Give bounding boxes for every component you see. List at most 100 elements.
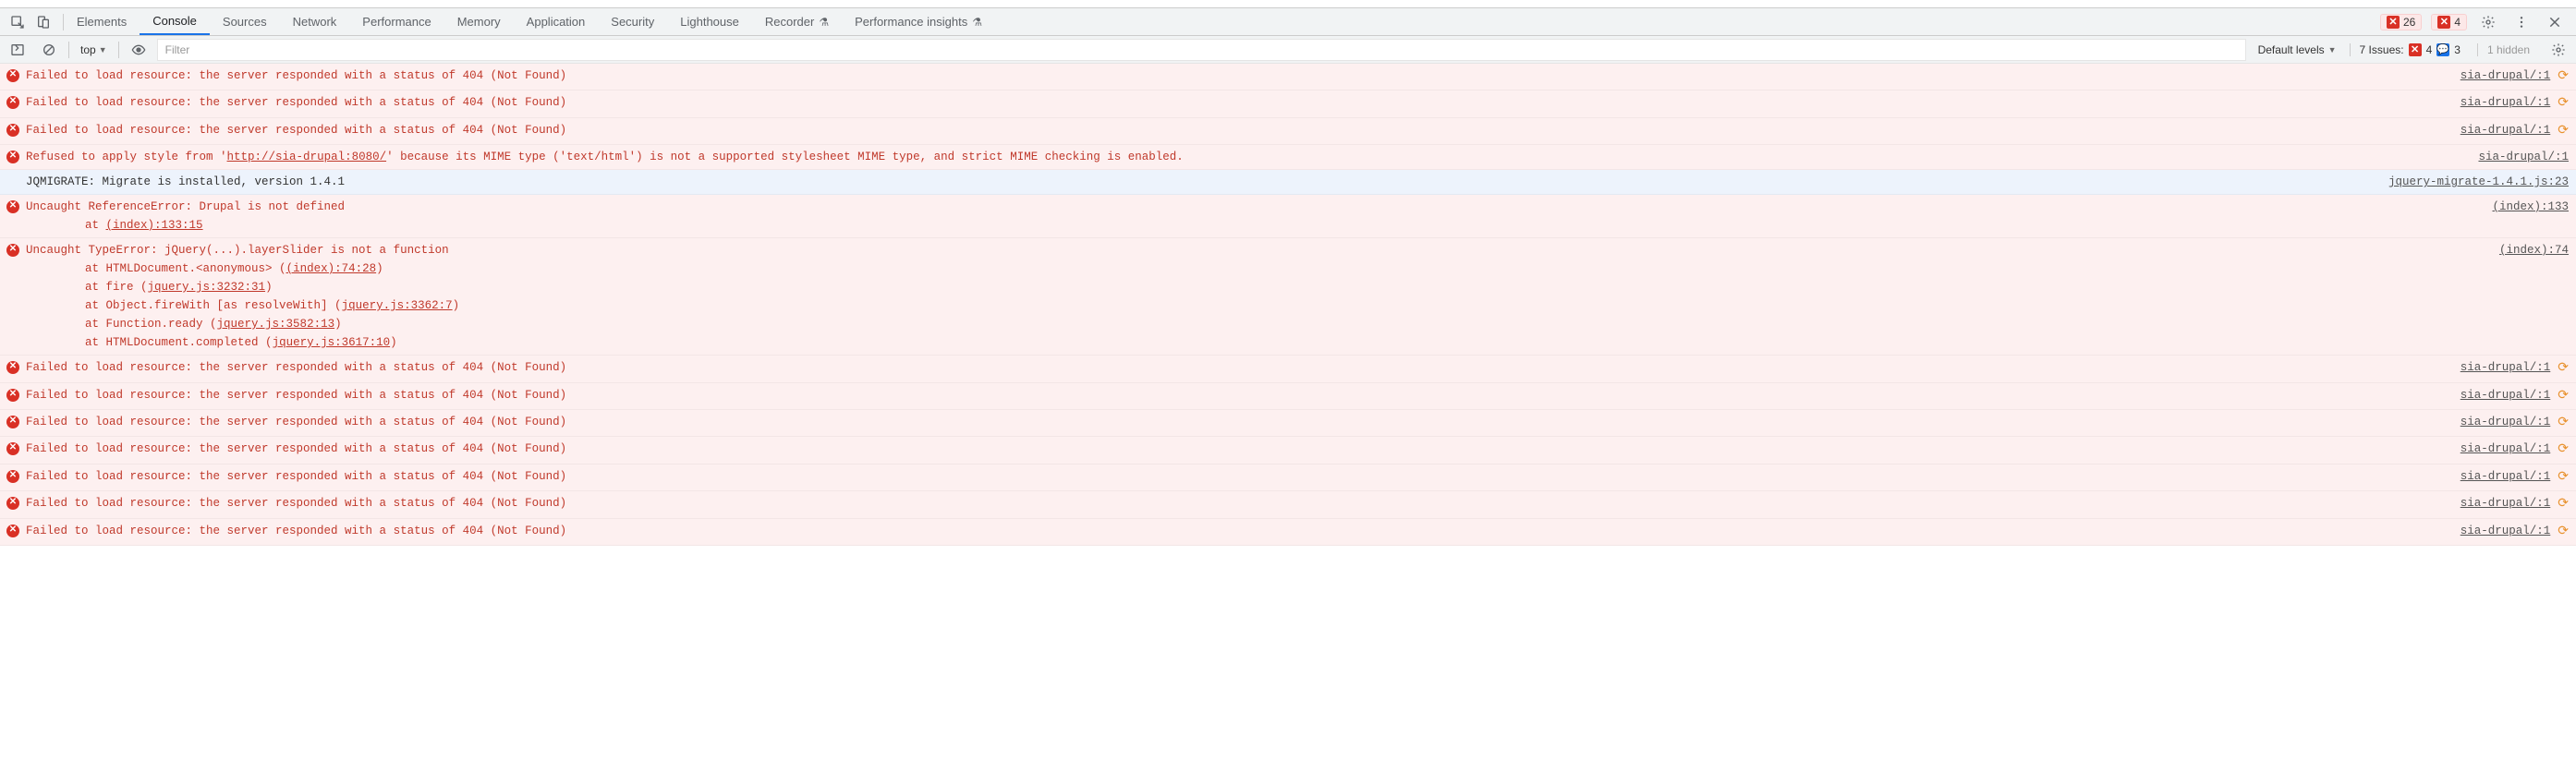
error-circle-icon: ✕ (6, 442, 19, 455)
stack-link[interactable]: (index):133:15 (106, 219, 203, 232)
console-row[interactable]: ✕ Failed to load resource: the server res… (0, 90, 2576, 117)
tab-application[interactable]: Application (514, 8, 599, 35)
toggle-sidebar-icon[interactable] (6, 38, 30, 62)
console-message: Failed to load resource: the server resp… (26, 66, 2442, 85)
console-row[interactable]: ✕Failed to load resource: the server res… (0, 491, 2576, 518)
console-row[interactable]: ✕Uncaught ReferenceError: Drupal is not … (0, 195, 2576, 238)
console-row[interactable]: ✕Failed to load resource: the server res… (0, 118, 2576, 145)
source-link[interactable]: jquery-migrate-1.4.1.js:23 (2388, 173, 2569, 191)
devtools-tab-bar: ElementsConsoleSourcesNetworkPerformance… (0, 8, 2576, 36)
error-circle-icon: ✕ (6, 361, 19, 374)
error-circle-icon: ✕ (6, 69, 19, 82)
source-location: sia-drupal/:1⟳ (2461, 413, 2569, 433)
console-settings-gear-icon[interactable] (2546, 38, 2570, 62)
source-link[interactable]: sia-drupal/:1 (2461, 494, 2551, 513)
console-message: Failed to load resource: the server resp… (26, 413, 2442, 431)
error-count-text: 26 (2403, 16, 2415, 29)
tab-network[interactable]: Network (280, 8, 350, 35)
source-location: sia-drupal/:1 ⟳ (2461, 494, 2569, 514)
source-link[interactable]: sia-drupal/:1 (2461, 522, 2551, 540)
settings-gear-icon[interactable] (2476, 10, 2500, 34)
console-row[interactable]: ✕Failed to load resource: the server res… (0, 410, 2576, 437)
source-location: sia-drupal/:1⟳ (2461, 440, 2569, 460)
url-link[interactable]: http://sia-drupal:8080/ (227, 151, 387, 163)
hidden-messages-label[interactable]: 1 hidden (2477, 43, 2539, 56)
tab-recorder[interactable]: Recorder⚗ (752, 8, 842, 35)
reload-circle-icon: ⟳ (2558, 494, 2569, 514)
console-row[interactable]: ✕Refused to apply style from 'http://sia… (0, 145, 2576, 170)
source-link[interactable]: (index):133 (2492, 198, 2569, 216)
error-circle-icon: ✕ (6, 151, 19, 163)
stack-link[interactable]: jquery.js:3362:7 (342, 299, 453, 312)
source-link[interactable]: (index):74 (2499, 241, 2569, 259)
source-link[interactable]: sia-drupal/:1 (2478, 148, 2569, 166)
console-row[interactable]: ✕Failed to load resource: the server res… (0, 464, 2576, 491)
clear-console-icon[interactable] (37, 38, 61, 62)
console-message: Failed to load resource: the server resp… (26, 93, 2442, 112)
stack-link[interactable]: (index):74:28 (286, 262, 377, 275)
source-link[interactable]: sia-drupal/:1 (2461, 358, 2551, 377)
tab-lighthouse[interactable]: Lighthouse (667, 8, 752, 35)
console-row[interactable]: ✕Uncaught TypeError: jQuery(...).layerSl… (0, 238, 2576, 356)
console-row[interactable]: ✕Failed to load resource: the server res… (0, 383, 2576, 410)
error-circle-icon: ✕ (6, 470, 19, 483)
tab-console[interactable]: Console (140, 8, 210, 35)
source-link[interactable]: sia-drupal/:1 (2461, 386, 2551, 404)
row-icon-slot: ✕ (6, 151, 20, 163)
source-link[interactable]: sia-drupal/:1 (2461, 413, 2551, 431)
flask-icon: ⚗ (819, 16, 829, 29)
source-link[interactable]: sia-drupal/:1 (2461, 467, 2551, 486)
tab-performance-insights[interactable]: Performance insights⚗ (842, 8, 995, 35)
flask-icon: ⚗ (972, 16, 982, 29)
device-toolbar-icon[interactable] (31, 10, 55, 34)
row-icon-slot: ✕ (6, 470, 20, 483)
issues-counter[interactable]: 7 Issues: ✕ 4 💬 3 (2350, 43, 2470, 56)
devtools-panel: ElementsConsoleSourcesNetworkPerformance… (0, 7, 2576, 784)
console-row[interactable]: ✕Failed to load resource: the server res… (0, 519, 2576, 546)
log-levels-selector[interactable]: Default levels ▼ (2253, 43, 2342, 56)
row-icon-slot: ✕ (6, 96, 20, 109)
source-location: sia-drupal/:1⟳ (2461, 121, 2569, 141)
stack-link[interactable]: jquery.js:3617:10 (273, 336, 391, 349)
console-message: Uncaught ReferenceError: Drupal is not d… (26, 198, 2473, 235)
source-link[interactable]: sia-drupal/:1 (2461, 93, 2551, 112)
source-link[interactable]: sia-drupal/:1 (2461, 440, 2551, 458)
issues-label: 7 Issues: (2360, 43, 2404, 56)
tab-security[interactable]: Security (598, 8, 667, 35)
error-circle-icon: ✕ (6, 124, 19, 137)
error-counter-badge[interactable]: ✕ 26 (2380, 14, 2422, 30)
live-expression-eye-icon[interactable] (127, 38, 151, 62)
console-row[interactable]: JQMIGRATE: Migrate is installed, version… (0, 170, 2576, 195)
console-message: Failed to load resource: the server resp… (26, 440, 2442, 458)
tab-performance[interactable]: Performance (349, 8, 444, 35)
tab-elements[interactable]: Elements (64, 8, 140, 35)
tab-memory[interactable]: Memory (444, 8, 514, 35)
row-icon-slot: ✕ (6, 69, 20, 82)
inspect-element-icon[interactable] (6, 10, 30, 34)
stack-link[interactable]: jquery.js:3582:13 (217, 318, 335, 331)
console-row[interactable]: ✕Failed to load resource: the server res… (0, 356, 2576, 382)
stack-frame: at HTMLDocument.completed (jquery.js:361… (26, 333, 2481, 352)
context-selector[interactable]: top ▼ (77, 42, 111, 58)
more-vertical-icon[interactable] (2509, 10, 2533, 34)
console-row[interactable]: ✕ Failed to load resource: the server res… (0, 437, 2576, 464)
source-location: sia-drupal/:1 (2478, 148, 2569, 166)
stack-frame: at (index):133:15 (26, 216, 2473, 235)
stack-frame: at fire (jquery.js:3232:31) (26, 278, 2481, 296)
close-icon[interactable] (2543, 10, 2567, 34)
console-filter-bar: top ▼ Default levels ▼ 7 Issues: ✕ 4 💬 3… (0, 36, 2576, 64)
source-link[interactable]: sia-drupal/:1 (2461, 121, 2551, 139)
console-row[interactable]: ✕ Failed to load resource: the server res… (0, 64, 2576, 90)
row-icon-slot: ✕ (6, 442, 20, 455)
console-message: Failed to load resource: the server resp… (26, 522, 2442, 540)
source-link[interactable]: sia-drupal/:1 (2461, 66, 2551, 85)
chevron-down-icon: ▼ (2328, 45, 2337, 54)
error-counter-badge-2[interactable]: ✕ 4 (2431, 14, 2467, 30)
tab-sources[interactable]: Sources (210, 8, 280, 35)
row-icon-slot: ✕ (6, 497, 20, 510)
filter-input[interactable] (158, 40, 2245, 60)
issues-info-count: 3 (2454, 43, 2461, 56)
source-location: jquery-migrate-1.4.1.js:23 (2388, 173, 2569, 191)
stack-link[interactable]: jquery.js:3232:31 (148, 281, 266, 294)
row-icon-slot: ✕ (6, 124, 20, 137)
